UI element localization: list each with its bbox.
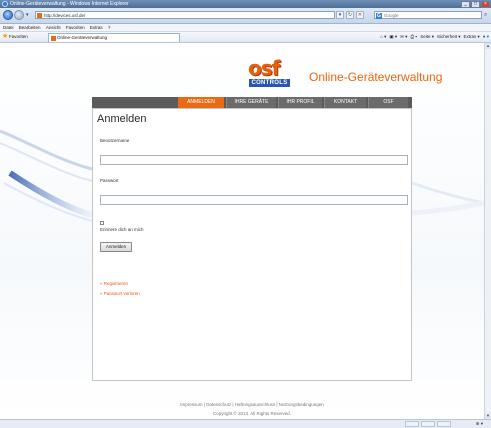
status-cell <box>405 421 419 427</box>
menu-item[interactable]: ? <box>108 25 111 30</box>
register-link[interactable]: » Registrieren <box>100 281 128 286</box>
logo-controls-text: CONTROLS <box>249 79 290 87</box>
help-icon[interactable]: ● ▾ <box>483 32 489 42</box>
status-cell <box>437 421 451 427</box>
search-icon[interactable]: ⌕ <box>484 11 490 19</box>
nav-ihre-geraete[interactable]: IHRE GERÄTE <box>226 97 276 108</box>
search-input[interactable]: G Google <box>374 11 482 19</box>
nav-kontakt[interactable]: KONTAKT <box>324 97 366 108</box>
username-label: Benutzername <box>100 138 130 143</box>
forgot-password-label: Passwort verloren <box>103 291 140 296</box>
vertical-scrollbar[interactable]: ▲ ▼ <box>484 43 491 419</box>
menu-item[interactable]: Datei <box>3 25 14 30</box>
command-tools[interactable]: Extras ▾ <box>464 32 480 42</box>
forgot-password-link[interactable]: » Passwort verloren <box>100 291 140 296</box>
address-text: http://devices.osf.de/ <box>44 13 86 18</box>
remember-label: Erinnere dich an mich <box>100 227 144 232</box>
nav-osf[interactable]: OSF <box>368 97 408 108</box>
register-link-label: Registrieren <box>103 281 129 286</box>
close-icon[interactable]: × <box>481 0 490 8</box>
mail-icon[interactable]: ✉ ▾ <box>400 32 407 42</box>
status-cell <box>421 421 435 427</box>
home-icon[interactable]: ⌂ ▾ <box>380 32 386 42</box>
address-tools: ▾ ↻ ✕ <box>336 11 364 19</box>
stop-icon[interactable]: ✕ <box>356 11 364 19</box>
back-button[interactable]: ‹ <box>3 10 13 20</box>
logo-osf-text: osf <box>248 56 280 80</box>
google-icon: G <box>376 12 382 19</box>
favorites-bar: ★ Favoriten Online-Geräteverwaltung ⌂ ▾ … <box>0 32 491 43</box>
print-icon[interactable]: ⎙ ▾ <box>410 32 417 42</box>
scroll-up-icon[interactable]: ▲ <box>485 43 491 49</box>
feeds-icon[interactable]: ▣ ▾ <box>389 32 397 42</box>
navigation-bar: ‹ › ▾ http://devices.osf.de/ ▾ ↻ ✕ G Goo… <box>0 8 491 24</box>
footer-links[interactable]: Impressum | Datenschutz | Haftungsaussch… <box>92 402 412 407</box>
menu-item[interactable]: Favoriten <box>66 25 85 30</box>
menu-item[interactable]: Ansicht <box>46 25 61 30</box>
maximize-icon[interactable]: □ <box>471 0 480 8</box>
menu-bar: Datei Bearbeiten Ansicht Favoriten Extra… <box>0 24 491 32</box>
nav-anmelden[interactable]: ANMELDEN <box>178 97 224 108</box>
footer-copyright: Copyright © 2013. All Rights Reserved. <box>212 411 292 416</box>
favorites-star-icon[interactable]: ★ <box>2 33 8 40</box>
compatibility-icon[interactable]: ▾ <box>336 11 344 19</box>
main-navigation: ANMELDEN IHRE GERÄTE IHR PROFIL KONTAKT … <box>92 97 412 108</box>
refresh-icon[interactable]: ↻ <box>346 11 354 19</box>
tab-title: Online-Geräteverwaltung <box>57 35 108 40</box>
browser-tab[interactable]: Online-Geräteverwaltung <box>48 33 180 42</box>
command-page[interactable]: Seite ▾ <box>420 32 434 42</box>
window-titlebar: Online-Geräteverwaltung - Windows Intern… <box>0 0 491 8</box>
password-label: Passwort <box>100 178 119 183</box>
menu-item[interactable]: Bearbeiten <box>19 25 41 30</box>
tab-favicon <box>50 35 56 41</box>
nav-ihr-profil[interactable]: IHR PROFIL <box>278 97 322 108</box>
osf-logo[interactable]: osf CONTROLS <box>248 58 290 88</box>
favorites-label[interactable]: Favoriten <box>9 32 28 42</box>
command-security[interactable]: Sicherheit ▾ <box>437 32 461 42</box>
status-cells <box>405 421 451 427</box>
history-dropdown-icon[interactable]: ▾ <box>26 12 29 18</box>
page-title: Anmelden <box>97 113 147 125</box>
address-bar[interactable]: http://devices.osf.de/ <box>35 11 335 19</box>
minimize-icon[interactable]: _ <box>461 0 470 8</box>
forward-button[interactable]: › <box>14 10 24 20</box>
menu-item[interactable]: Extras <box>90 25 103 30</box>
site-title: Online-Geräteverwaltung <box>309 70 443 84</box>
window-title: Online-Geräteverwaltung - Windows Intern… <box>10 1 129 7</box>
window-controls: _ □ × <box>461 0 490 8</box>
ie-icon <box>2 1 8 7</box>
content-panel <box>92 108 412 381</box>
site-favicon <box>37 13 42 18</box>
username-input[interactable] <box>100 155 408 165</box>
remember-checkbox[interactable] <box>100 221 104 225</box>
command-bar: ⌂ ▾ ▣ ▾ ✉ ▾ ⎙ ▾ Seite ▾ Sicherheit ▾ Ext… <box>380 32 489 42</box>
password-input[interactable] <box>100 195 408 205</box>
login-button[interactable]: Anmelden <box>100 242 132 252</box>
